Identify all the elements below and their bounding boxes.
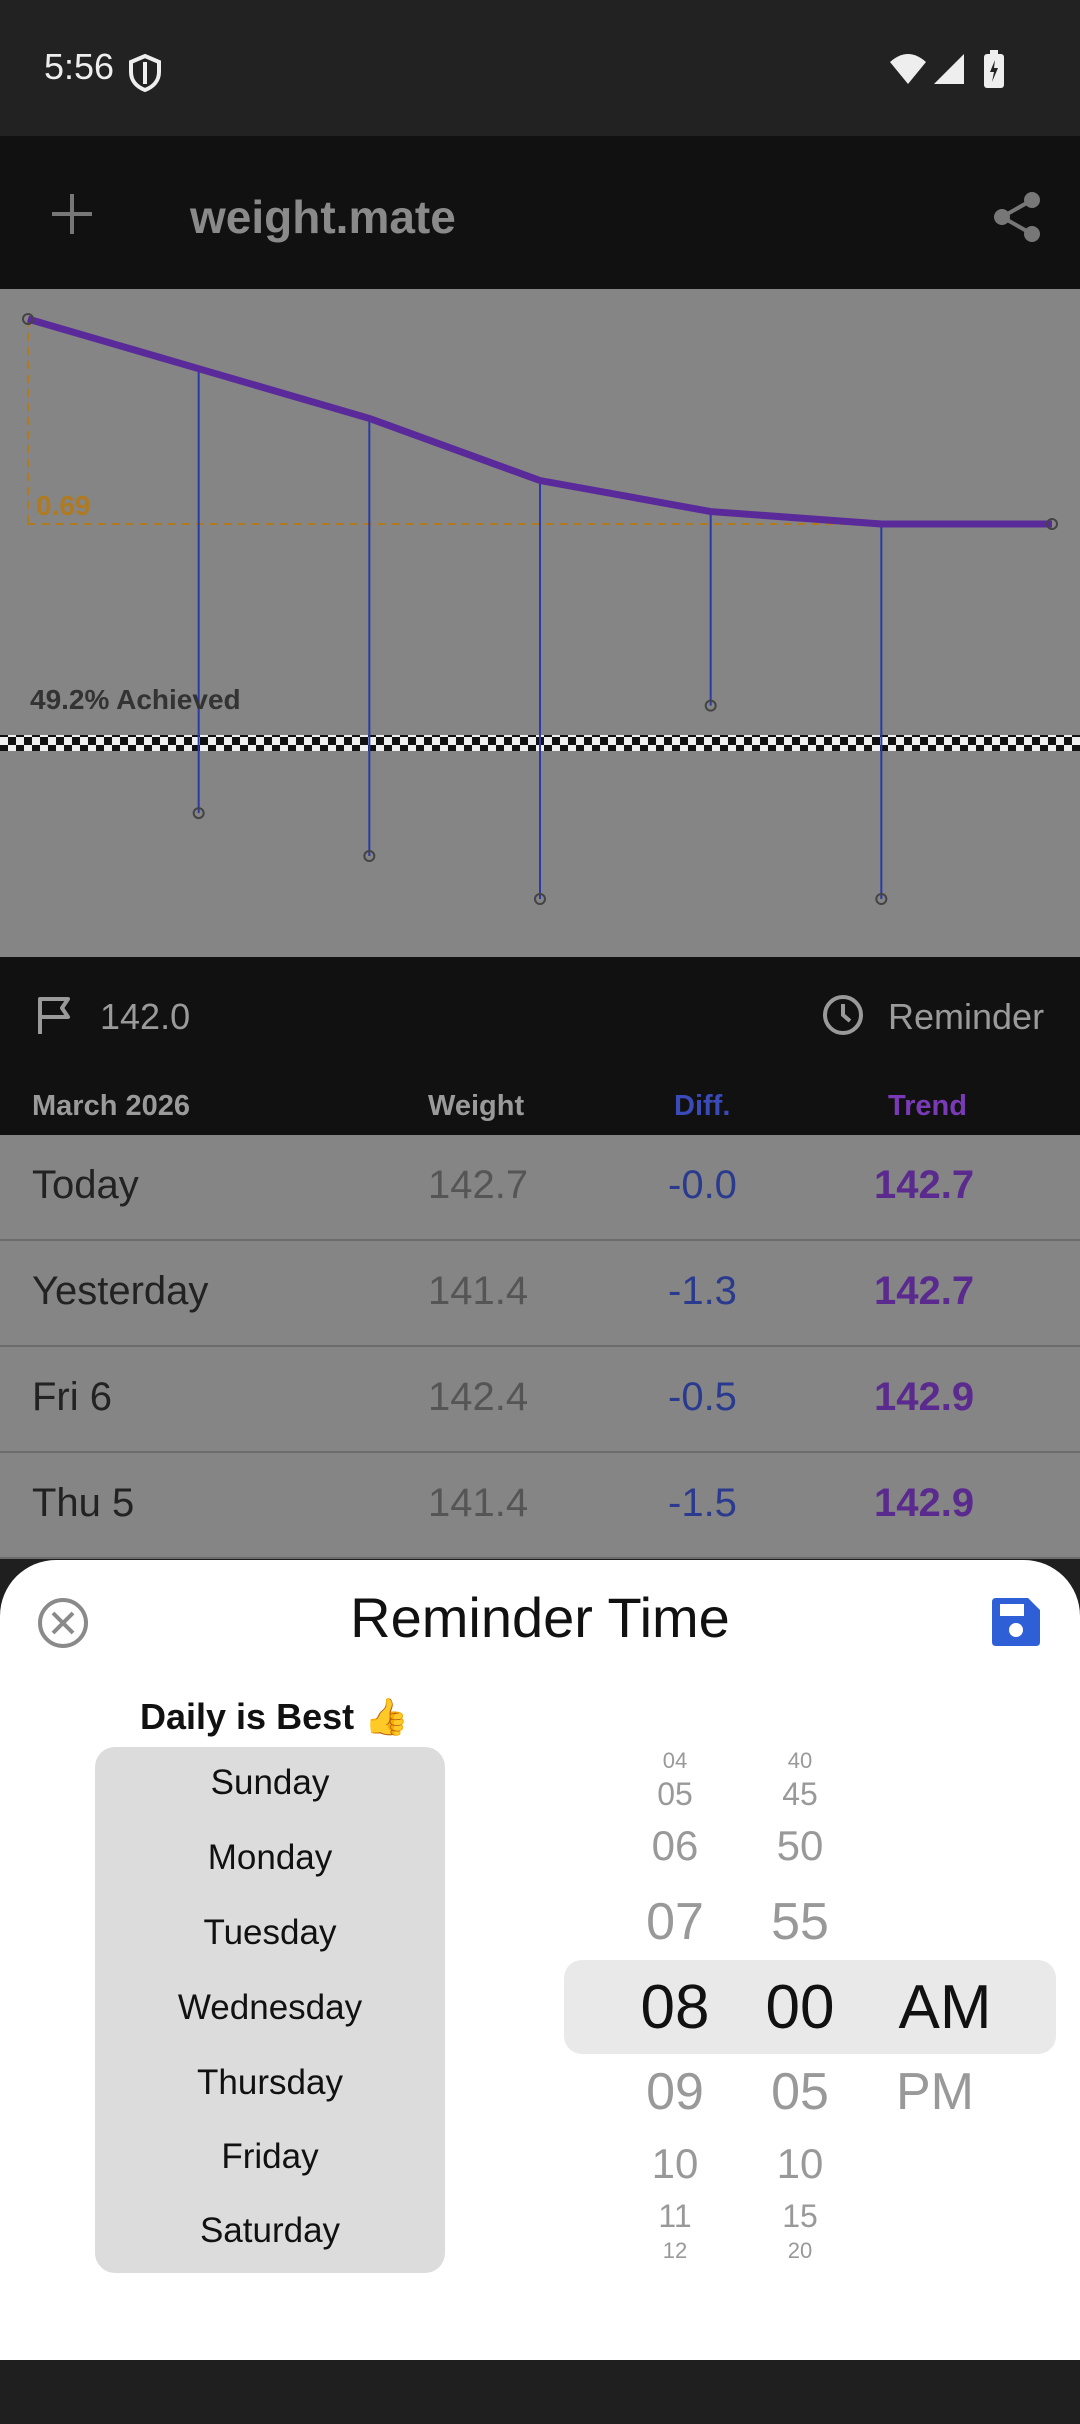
goal-value[interactable]: 142.0	[100, 996, 190, 1038]
row-weight: 141.4	[428, 1269, 529, 1313]
hour-option[interactable]: 07	[620, 1892, 730, 1952]
day-option[interactable]: Wednesday	[95, 1988, 445, 2028]
table-row[interactable]: Yesterday 141.4 -1.3 142.7	[0, 1241, 1080, 1347]
weight-chart: 0.69 49.2% Achieved	[0, 289, 1080, 957]
row-trend: 142.9	[874, 1375, 975, 1419]
minute-option[interactable]: 55	[745, 1892, 855, 1952]
weight-table: Today 142.7 -0.0 142.7 Yesterday 141.4 -…	[0, 1135, 1080, 1559]
row-diff: -0.0	[668, 1163, 737, 1207]
row-weight: 142.4	[428, 1375, 529, 1419]
row-trend: 142.7	[874, 1269, 975, 1313]
battery-icon	[984, 50, 1004, 88]
cell-signal-icon	[934, 54, 964, 84]
row-weight: 142.7	[428, 1163, 529, 1207]
header-diff: Diff.	[674, 1090, 731, 1122]
minute-option[interactable]: 45	[745, 1776, 855, 1813]
row-date: Today	[32, 1163, 139, 1207]
day-option[interactable]: Monday	[95, 1838, 445, 1878]
table-row[interactable]: Thu 5 141.4 -1.5 142.9	[0, 1453, 1080, 1559]
hour-wheel[interactable]: 04 05 06 07 08 09 10 11 12	[620, 1740, 730, 2270]
save-icon[interactable]	[990, 1596, 1042, 1648]
row-diff: -1.3	[668, 1269, 737, 1313]
table-row[interactable]: Fri 6 142.4 -0.5 142.9	[0, 1347, 1080, 1453]
day-option[interactable]: Tuesday	[95, 1913, 445, 1953]
header-trend: Trend	[888, 1090, 967, 1122]
day-option[interactable]: Friday	[95, 2137, 445, 2177]
hour-option[interactable]: 06	[620, 1822, 730, 1870]
minute-option[interactable]: 15	[745, 2198, 855, 2235]
app-title: weight.mate	[190, 191, 456, 243]
minute-wheel[interactable]: 40 45 50 55 00 05 10 15 20	[745, 1740, 855, 2270]
day-option[interactable]: Saturday	[95, 2211, 445, 2251]
chart-svg: 0.69 49.2% Achieved	[0, 313, 1080, 905]
hour-option[interactable]: 12	[620, 2238, 730, 2264]
minute-option[interactable]: 10	[745, 2140, 855, 2188]
row-trend: 142.7	[874, 1163, 975, 1207]
hour-option[interactable]: 05	[620, 1776, 730, 1813]
period-selected[interactable]: AM	[870, 1972, 1020, 2043]
minute-selected[interactable]: 00	[745, 1972, 855, 2043]
header-weight: Weight	[428, 1090, 525, 1122]
status-time: 5:56	[44, 46, 115, 87]
row-trend: 142.9	[874, 1481, 975, 1525]
period-option[interactable]: PM	[870, 2062, 1000, 2122]
hour-option[interactable]: 09	[620, 2062, 730, 2122]
days-heading: Daily is Best 👍	[140, 1696, 409, 1737]
row-diff: -0.5	[668, 1375, 737, 1419]
add-icon[interactable]	[50, 192, 94, 236]
row-weight: 141.4	[428, 1481, 529, 1525]
day-selector: Sunday Monday Tuesday Wednesday Thursday…	[95, 1747, 445, 2273]
hour-option[interactable]: 10	[620, 2140, 730, 2188]
day-option[interactable]: Sunday	[95, 1763, 445, 1803]
hour-selected[interactable]: 08	[620, 1972, 730, 2043]
minute-option[interactable]: 05	[745, 2062, 855, 2122]
shield-icon	[129, 54, 161, 92]
clock-icon[interactable]	[822, 994, 864, 1036]
minute-option[interactable]: 50	[745, 1822, 855, 1870]
row-diff: -1.5	[668, 1481, 737, 1525]
reminder-button[interactable]: Reminder	[888, 996, 1044, 1038]
day-option[interactable]: Thursday	[95, 2063, 445, 2103]
minute-option[interactable]: 40	[745, 1748, 855, 1774]
month-label: March 2026	[32, 1090, 190, 1122]
period-wheel[interactable]: AM PM	[870, 1740, 1020, 2270]
sheet-title: Reminder Time	[350, 1586, 730, 1649]
hour-option[interactable]: 04	[620, 1748, 730, 1774]
minute-option[interactable]: 20	[745, 2238, 855, 2264]
row-date: Yesterday	[32, 1269, 209, 1313]
row-date: Thu 5	[32, 1481, 135, 1525]
flag-icon[interactable]	[36, 996, 74, 1036]
wifi-icon	[890, 54, 926, 84]
share-icon[interactable]	[990, 190, 1044, 244]
system-nav-bar	[0, 2360, 1080, 2424]
table-row[interactable]: Today 142.7 -0.0 142.7	[0, 1135, 1080, 1241]
hour-option[interactable]: 11	[620, 2198, 730, 2235]
achieved-label: 49.2% Achieved	[30, 684, 241, 715]
row-date: Fri 6	[32, 1375, 112, 1419]
app-bar	[0, 136, 1080, 289]
goal-offset-label: 0.69	[36, 490, 91, 521]
